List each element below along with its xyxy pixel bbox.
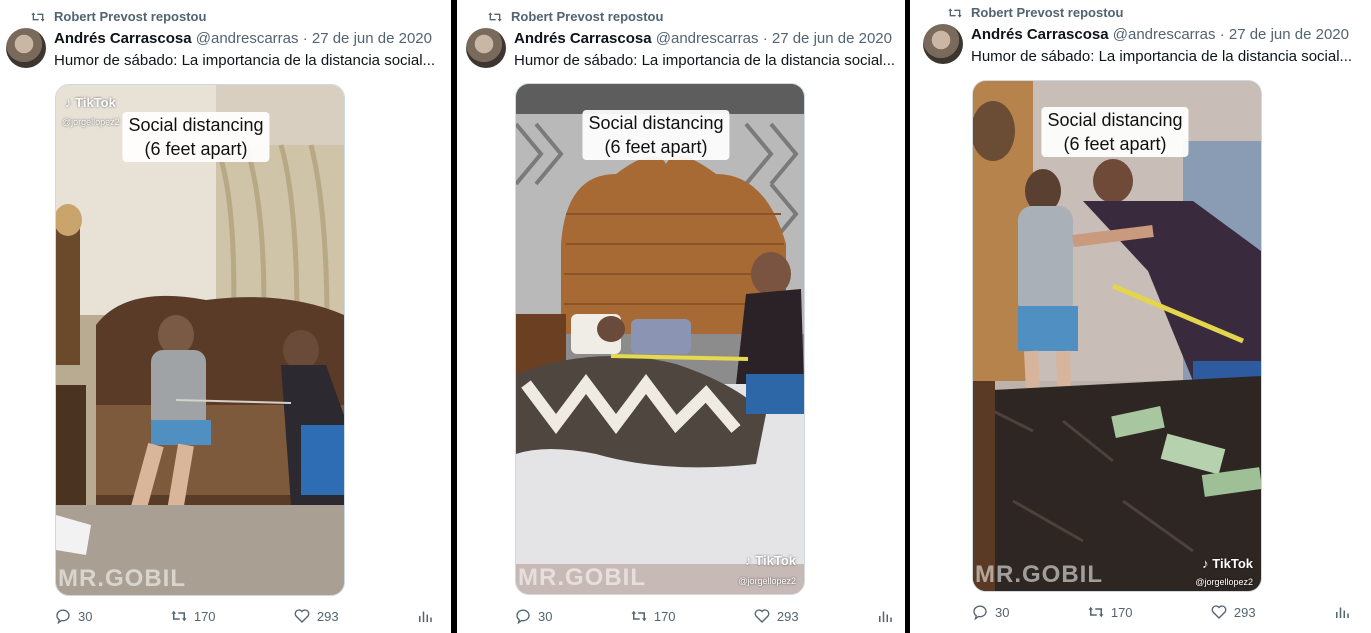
repost-indicator[interactable]: Robert Prevost repostou xyxy=(947,5,1123,20)
reply-button[interactable]: 30 xyxy=(971,603,1009,621)
tweet-panel-2: Robert Prevost repostou Andrés Carrascos… xyxy=(457,0,905,633)
like-count: 293 xyxy=(1233,604,1256,620)
tweet-text: Humor de sábado: La importancia de la di… xyxy=(54,52,436,69)
repost-indicator[interactable]: Robert Prevost repostou xyxy=(487,9,663,24)
video-caption-line2: (6 feet apart) xyxy=(1063,134,1167,154)
video-caption: Social distancing (6 feet apart) xyxy=(582,110,730,160)
author-handle[interactable]: @andrescarras xyxy=(196,30,299,47)
video-caption-line1: Social distancing xyxy=(128,115,264,135)
tweet-text: Humor de sábado: La importancia de la di… xyxy=(971,48,1353,65)
tweet-header: Andrés Carrascosa @andrescarras · 27 de … xyxy=(514,30,892,47)
like-button[interactable]: 293 xyxy=(293,607,339,625)
tiktok-logo: ♪ TikTok xyxy=(65,95,116,110)
repost-label: Robert Prevost repostou xyxy=(971,5,1124,20)
avatar[interactable] xyxy=(6,28,46,68)
tweet-date[interactable]: · 27 de jun de 2020 xyxy=(1220,26,1349,43)
views-icon xyxy=(419,611,432,622)
repost-button[interactable]: 170 xyxy=(630,607,676,625)
heart-icon xyxy=(294,609,310,623)
avatar[interactable] xyxy=(466,28,506,68)
views-icon xyxy=(879,611,892,622)
tweet-date[interactable]: · 27 de jun de 2020 xyxy=(303,30,432,47)
tiktok-note-icon: ♪ xyxy=(1202,556,1209,571)
like-button[interactable]: 293 xyxy=(1210,603,1256,621)
repost-icon xyxy=(488,11,502,22)
reply-count: 30 xyxy=(538,608,553,624)
video-watermark: MR.GOBIL xyxy=(58,565,186,592)
views-button[interactable] xyxy=(1333,603,1351,621)
tiktok-label: TikTok xyxy=(755,553,796,568)
repost-count: 170 xyxy=(193,608,216,624)
tiktok-logo: ♪ TikTok xyxy=(1202,556,1253,571)
repost-button[interactable]: 170 xyxy=(170,607,216,625)
video-player[interactable]: ♪ TikTok @jorgellopez2 Social distancing… xyxy=(55,84,345,596)
repost-icon xyxy=(631,610,647,622)
repost-label: Robert Prevost repostou xyxy=(54,9,207,24)
video-caption: Social distancing (6 feet apart) xyxy=(1041,107,1189,157)
tweet-panel-1: Robert Prevost repostou Andrés Carrascos… xyxy=(0,0,451,633)
author-name[interactable]: Andrés Carrascosa xyxy=(514,30,652,47)
tweet-actions: 30 170 293 xyxy=(514,607,894,625)
tiktok-logo: ♪ TikTok xyxy=(745,553,796,568)
tiktok-handle: @jorgellopez2 xyxy=(738,576,796,586)
reply-button[interactable]: 30 xyxy=(54,607,92,625)
video-player[interactable]: Social distancing (6 feet apart) ♪ TikTo… xyxy=(972,80,1262,592)
author-name[interactable]: Andrés Carrascosa xyxy=(54,30,192,47)
tweet-actions: 30 170 293 xyxy=(971,603,1351,621)
video-caption-line1: Social distancing xyxy=(588,113,724,133)
tiktok-label: TikTok xyxy=(1212,556,1253,571)
tweet-header: Andrés Carrascosa @andrescarras · 27 de … xyxy=(971,26,1349,43)
tiktok-note-icon: ♪ xyxy=(745,553,752,568)
reply-icon xyxy=(516,609,530,625)
like-button[interactable]: 293 xyxy=(753,607,799,625)
heart-icon xyxy=(754,609,770,623)
author-handle[interactable]: @andrescarras xyxy=(1113,26,1216,43)
video-frame-bedroom xyxy=(516,84,804,594)
repost-icon xyxy=(948,7,962,18)
heart-icon xyxy=(1211,605,1227,619)
repost-label: Robert Prevost repostou xyxy=(511,9,664,24)
author-name[interactable]: Andrés Carrascosa xyxy=(971,26,1109,43)
tweet-date[interactable]: · 27 de jun de 2020 xyxy=(763,30,892,47)
video-caption-line2: (6 feet apart) xyxy=(604,137,708,157)
video-caption-line2: (6 feet apart) xyxy=(144,139,248,159)
video-player[interactable]: Social distancing (6 feet apart) ♪ TikTo… xyxy=(515,83,805,595)
tiktok-handle: @jorgellopez2 xyxy=(1195,577,1253,587)
like-count: 293 xyxy=(316,608,339,624)
reply-count: 30 xyxy=(995,604,1010,620)
avatar[interactable] xyxy=(923,24,963,64)
repost-count: 170 xyxy=(653,608,676,624)
video-watermark: MR.GOBIL xyxy=(518,564,646,591)
video-caption-line1: Social distancing xyxy=(1047,110,1183,130)
author-handle[interactable]: @andrescarras xyxy=(656,30,759,47)
repost-icon xyxy=(171,610,187,622)
tweet-text: Humor de sábado: La importancia de la di… xyxy=(514,52,896,69)
repost-count: 170 xyxy=(1110,604,1133,620)
views-button[interactable] xyxy=(876,607,894,625)
repost-icon xyxy=(31,11,45,22)
reply-button[interactable]: 30 xyxy=(514,607,552,625)
views-button[interactable] xyxy=(416,607,434,625)
tiktok-label: TikTok xyxy=(75,95,116,110)
repost-button[interactable]: 170 xyxy=(1087,603,1133,621)
views-icon xyxy=(1336,607,1349,618)
reply-count: 30 xyxy=(78,608,93,624)
tweet-header: Andrés Carrascosa @andrescarras · 27 de … xyxy=(54,30,432,47)
reply-icon xyxy=(973,605,987,621)
tweet-actions: 30 170 293 xyxy=(54,607,434,625)
video-watermark: MR.GOBIL xyxy=(975,561,1103,588)
repost-icon xyxy=(1088,606,1104,618)
tweet-panel-3: Robert Prevost repostou Andrés Carrascos… xyxy=(910,0,1371,633)
video-caption: Social distancing (6 feet apart) xyxy=(122,112,270,162)
video-frame-hallway xyxy=(973,81,1261,591)
reply-icon xyxy=(56,609,70,625)
like-count: 293 xyxy=(776,608,799,624)
tiktok-note-icon: ♪ xyxy=(65,95,72,110)
repost-indicator[interactable]: Robert Prevost repostou xyxy=(30,9,206,24)
tiktok-handle: @jorgellopez2 xyxy=(62,117,120,127)
